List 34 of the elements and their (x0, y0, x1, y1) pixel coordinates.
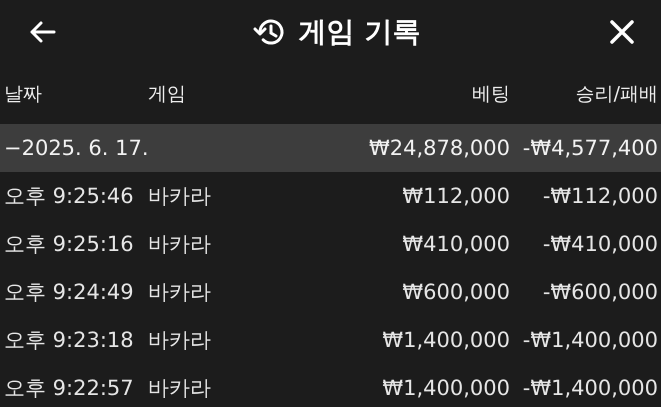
date-group-row[interactable]: −2025. 6. 17. ₩24,878,000 -₩4,577,400 (0, 124, 661, 172)
column-header: 승리/패배 (576, 82, 658, 107)
table-cell-text: 바카라 (148, 183, 212, 210)
back-arrow-icon (28, 20, 56, 44)
table-cell: -₩1,400,000 (522, 328, 658, 352)
table-cell: ₩1,400,000 (382, 376, 510, 400)
table-cell-text: 오후 9:25:46 (4, 183, 135, 210)
close-button[interactable] (609, 19, 635, 45)
table-cell-text: 오후 9:24:49 (4, 279, 135, 306)
table-cell-text: 오후 9:23:18 (4, 327, 135, 354)
column-header: 베팅 (472, 82, 510, 107)
table-cell-text: 오후 9:22:57 (4, 375, 135, 402)
table-cell: ₩24,878,000 (368, 136, 510, 160)
history-icon (252, 17, 285, 47)
date-cell-text: −2025. 6. 17. (4, 136, 150, 160)
window-title: 게임 기록 (298, 14, 420, 50)
table-cell: ₩410,000 (402, 232, 510, 256)
table-cell-text: 바카라 (148, 375, 212, 402)
table-cell-text: 바카라 (148, 279, 212, 306)
table-cell-text: 바카라 (148, 231, 212, 258)
column-header: 날짜 (4, 82, 43, 107)
table-cell-text: 오후 9:25:16 (4, 231, 135, 258)
table-cell-text: 바카라 (148, 327, 212, 354)
table-cell: ₩1,400,000 (382, 328, 510, 352)
close-icon (609, 19, 635, 45)
table-cell: -₩1,400,000 (522, 376, 658, 400)
table-cell: -₩410,000 (542, 232, 658, 256)
table-cell: -₩112,000 (542, 184, 658, 208)
column-header: 게임 (148, 82, 187, 107)
table-cell: ₩600,000 (402, 280, 510, 304)
table-cell: ₩112,000 (402, 184, 510, 208)
table-cell: -₩600,000 (542, 280, 658, 304)
table-cell: -₩4,577,400 (522, 136, 658, 160)
back-button[interactable] (28, 20, 56, 44)
